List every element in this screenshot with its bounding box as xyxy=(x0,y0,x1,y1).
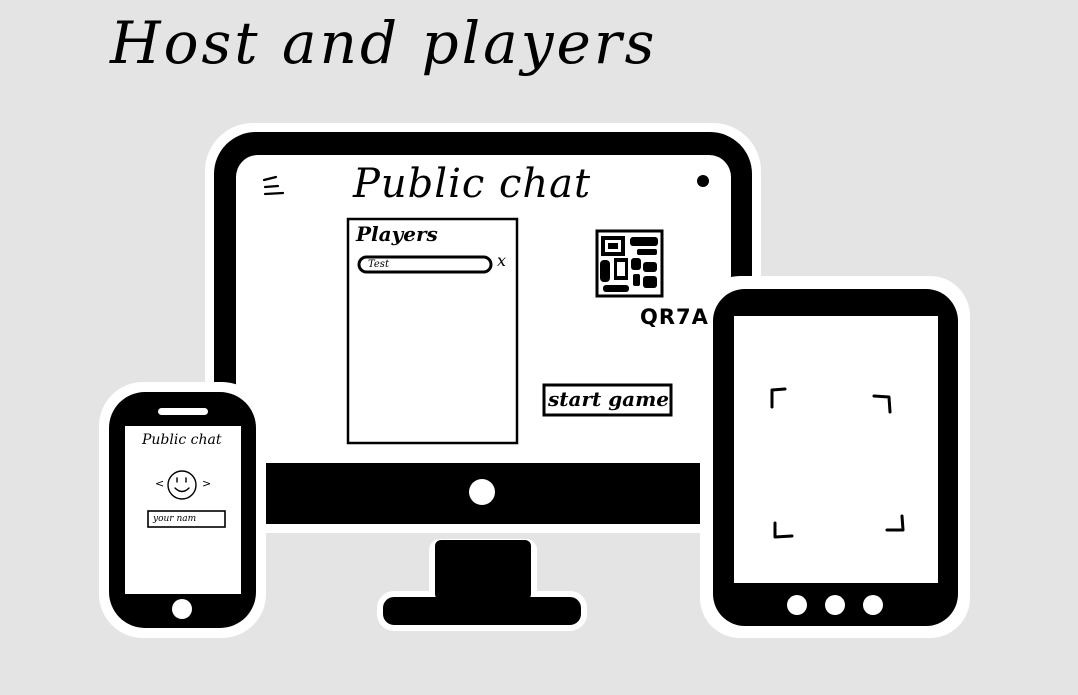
desktop-chat-title: Public chat xyxy=(353,161,592,207)
start-game-button[interactable]: start game xyxy=(548,385,669,415)
players-heading: Players xyxy=(356,222,438,246)
phone-chat-title: Public chat xyxy=(142,432,222,448)
room-code: QR7A xyxy=(640,305,709,329)
remove-player-button[interactable]: x xyxy=(497,253,506,269)
tablet-button-3 xyxy=(863,595,883,615)
tablet xyxy=(700,276,970,638)
avatar-next-button[interactable]: > xyxy=(202,478,211,489)
players-panel xyxy=(346,217,519,445)
phone-speaker xyxy=(158,408,208,415)
tablet-button-2 xyxy=(825,595,845,615)
illustration: Host and players Public chat Players Tes… xyxy=(0,0,1078,695)
name-input[interactable]: your nam xyxy=(153,513,196,525)
phone xyxy=(99,382,266,638)
phone-screen xyxy=(125,426,241,594)
qr-code-icon xyxy=(595,229,664,298)
phone-home-button xyxy=(172,599,192,619)
status-dot xyxy=(697,175,709,187)
monitor-power-button xyxy=(469,479,495,505)
avatar-prev-button[interactable]: < xyxy=(155,478,164,489)
player-name: Test xyxy=(368,259,389,270)
tablet-screen xyxy=(734,316,938,583)
tablet-button-1 xyxy=(787,595,807,615)
devices-drawing xyxy=(99,123,970,638)
